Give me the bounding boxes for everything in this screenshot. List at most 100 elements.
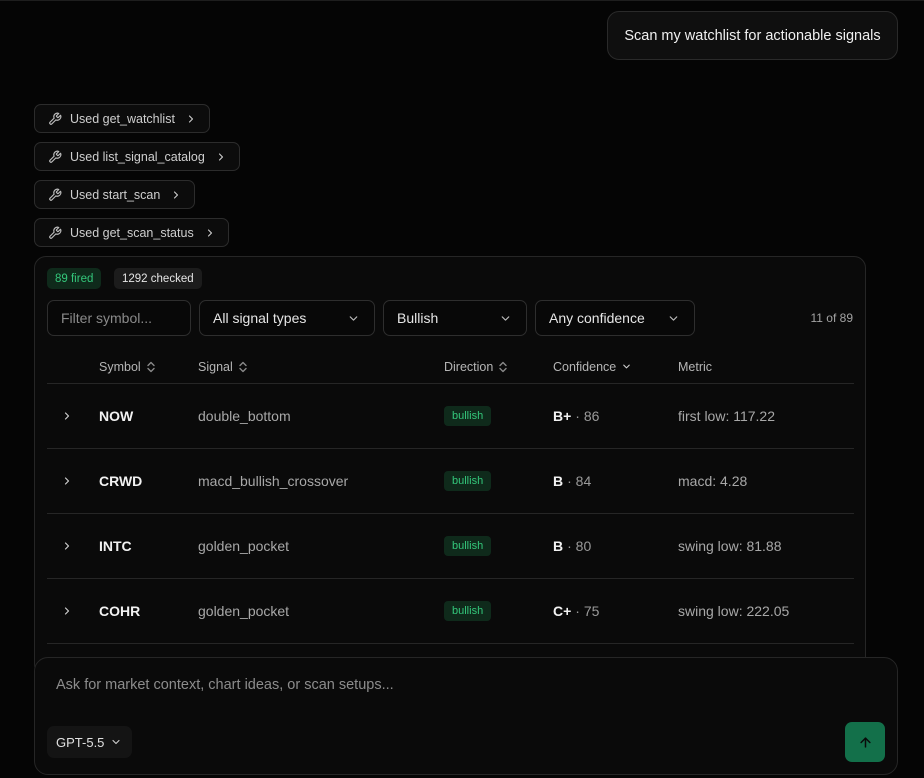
row-signal: macd_bullish_crossover [198, 473, 349, 489]
checked-count-badge: 1292 checked [114, 268, 202, 289]
column-label: Direction [444, 359, 494, 374]
expand-row-button[interactable] [61, 449, 73, 513]
column-header-metric: Metric [678, 349, 712, 384]
chevron-right-icon [170, 189, 182, 201]
column-label: Signal [198, 359, 233, 374]
direction-badge: bullish [444, 406, 492, 426]
row-metric: swing low: 222.05 [678, 603, 790, 619]
table-header: Symbol Signal Direction Confidence Metri… [47, 349, 854, 384]
confidence-grade: B [553, 538, 564, 554]
row-signal: golden_pocket [198, 538, 290, 554]
tool-call-label: Used start_scan [70, 187, 161, 202]
chevron-down-icon [621, 361, 632, 372]
chevron-right-icon [185, 113, 197, 125]
model-selector[interactable]: GPT-5.5 [47, 726, 133, 758]
wrench-icon [48, 226, 62, 240]
row-metric: swing low: 81.88 [678, 538, 782, 554]
arrow-up-icon [858, 735, 873, 750]
row-direction: bullish [444, 384, 492, 448]
column-label: Symbol [99, 359, 141, 374]
table-row[interactable]: NOW double_bottom bullish B+ · 86 first l… [47, 384, 854, 449]
column-label: Confidence [553, 359, 617, 374]
expand-row-button[interactable] [61, 384, 73, 448]
composer-placeholder: Ask for market context, chart ideas, or … [56, 677, 394, 693]
row-metric: first low: 117.22 [678, 408, 776, 424]
model-label: GPT-5.5 [56, 734, 105, 750]
column-header-signal[interactable]: Signal [198, 349, 248, 384]
top-divider [0, 0, 924, 1]
column-label: Metric [678, 359, 713, 374]
row-direction: bullish [444, 514, 492, 578]
row-symbol: CRWD [99, 473, 143, 489]
table-row[interactable]: CRWD macd_bullish_crossover bullish B · 8… [47, 449, 854, 514]
result-count: 11 of 89 [810, 311, 853, 325]
direction-select[interactable]: Bullish [383, 300, 527, 336]
symbol-filter-placeholder: Filter symbol... [61, 310, 153, 326]
confidence-score: · 80 [567, 538, 592, 554]
column-header-symbol[interactable]: Symbol [99, 349, 156, 384]
chevron-right-icon [215, 151, 227, 163]
confidence-grade: B+ [553, 408, 572, 424]
scan-results-card: 89 fired 1292 checked Filter symbol... A… [34, 256, 866, 676]
expand-row-button[interactable] [61, 579, 73, 643]
column-header-confidence[interactable]: Confidence [553, 349, 632, 384]
table-row[interactable]: COHR golden_pocket bullish C+ · 75 swing … [47, 579, 854, 644]
confidence-score: · 86 [575, 408, 600, 424]
chevron-right-icon [204, 227, 216, 239]
direction-badge: bullish [444, 601, 492, 621]
row-confidence: C+ · 75 [553, 579, 599, 643]
tool-call-start-scan[interactable]: Used start_scan [34, 180, 196, 209]
confidence-select[interactable]: Any confidence [535, 300, 695, 336]
confidence-score: · 75 [575, 603, 600, 619]
chevron-right-icon [64, 412, 70, 420]
confidence-score: · 84 [567, 473, 592, 489]
column-header-direction[interactable]: Direction [444, 349, 508, 384]
signal-type-value: All signal types [213, 310, 307, 326]
row-confidence: B+ · 86 [553, 384, 599, 448]
row-confidence: B · 84 [553, 449, 591, 513]
row-symbol: INTC [99, 538, 132, 554]
tool-call-label: Used get_watchlist [70, 111, 175, 126]
tool-call-label: Used list_signal_catalog [70, 149, 205, 164]
direction-value: Bullish [397, 310, 439, 326]
sort-icon [238, 361, 248, 373]
chevron-right-icon [64, 542, 70, 550]
fired-count-badge: 89 fired [47, 268, 102, 289]
direction-badge: bullish [444, 536, 492, 556]
tool-call-list-signal-catalog[interactable]: Used list_signal_catalog [34, 142, 240, 171]
signal-type-select[interactable]: All signal types [199, 300, 375, 336]
row-metric: macd: 4.28 [678, 473, 748, 489]
sort-icon [146, 361, 156, 373]
chevron-down-icon [499, 312, 512, 325]
tool-call-get-scan-status[interactable]: Used get_scan_status [34, 218, 229, 247]
row-direction: bullish [444, 579, 492, 643]
chevron-down-icon [347, 312, 360, 325]
table-row[interactable]: INTC golden_pocket bullish B · 80 swing l… [47, 514, 854, 579]
wrench-icon [48, 188, 62, 202]
tool-call-get-watchlist[interactable]: Used get_watchlist [34, 104, 210, 133]
chevron-down-icon [667, 312, 680, 325]
row-signal: double_bottom [198, 408, 291, 424]
wrench-icon [48, 112, 62, 126]
confidence-grade: B [553, 473, 564, 489]
message-composer[interactable]: Ask for market context, chart ideas, or … [34, 657, 898, 775]
confidence-grade: C+ [553, 603, 572, 619]
direction-badge: bullish [444, 471, 492, 491]
row-symbol: COHR [99, 603, 141, 619]
send-button[interactable] [845, 722, 885, 762]
tool-call-label: Used get_scan_status [70, 225, 194, 240]
chevron-right-icon [64, 607, 70, 615]
user-message-text: Scan my watchlist for actionable signals [624, 27, 881, 44]
row-signal: golden_pocket [198, 603, 290, 619]
user-message-bubble: Scan my watchlist for actionable signals [607, 11, 898, 60]
confidence-value: Any confidence [549, 310, 645, 326]
chevron-right-icon [64, 477, 70, 485]
sort-icon [498, 361, 508, 373]
expand-row-button[interactable] [61, 514, 73, 578]
symbol-filter-input[interactable]: Filter symbol... [47, 300, 191, 336]
row-direction: bullish [444, 449, 492, 513]
chevron-down-icon [110, 736, 122, 748]
row-symbol: NOW [99, 408, 134, 424]
row-confidence: B · 80 [553, 514, 591, 578]
wrench-icon [48, 150, 62, 164]
